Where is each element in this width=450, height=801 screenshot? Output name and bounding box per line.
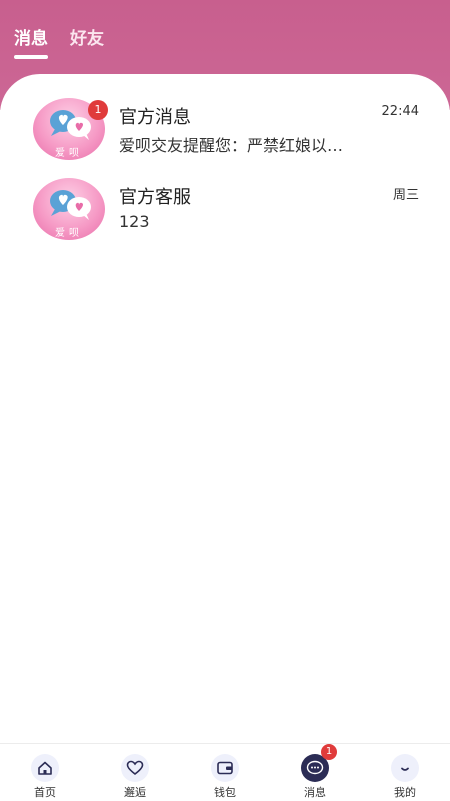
profile-icon	[391, 754, 419, 782]
tab-friends[interactable]: 好友	[70, 24, 104, 52]
nav-unread-badge: 1	[321, 744, 337, 760]
wallet-icon	[211, 754, 239, 782]
conversation-time: 22:44	[381, 104, 419, 119]
avatar: 爱呗	[33, 178, 105, 240]
conversation-official-message[interactable]: 爱呗 1 官方消息 爱呗交友提醒您：严禁红娘以… 22:44	[0, 98, 450, 174]
nav-home-label: 首页	[34, 786, 56, 799]
nav-wallet[interactable]: 钱包	[185, 750, 265, 800]
tab-messages-label: 消息	[14, 29, 48, 49]
conversation-preview: 爱呗交友提醒您：严禁红娘以…	[119, 136, 344, 155]
conversation-customer-service[interactable]: 爱呗 官方客服 123 周三	[0, 178, 450, 254]
nav-profile[interactable]: 我的	[365, 750, 445, 800]
active-tab-indicator	[14, 55, 48, 59]
conversation-preview: 123	[119, 212, 150, 231]
avatar-logo-text: 爱呗	[55, 228, 83, 239]
heart-icon	[121, 754, 149, 782]
home-icon	[31, 754, 59, 782]
avatar-logo-text: 爱呗	[55, 148, 83, 159]
tab-messages[interactable]: 消息	[14, 24, 48, 59]
conversation-title: 官方消息	[119, 107, 191, 128]
nav-home[interactable]: 首页	[5, 750, 85, 800]
tab-bar: 消息 好友	[14, 24, 104, 59]
nav-encounter[interactable]: 邂逅	[95, 750, 175, 800]
tab-friends-label: 好友	[70, 29, 104, 49]
conversation-title: 官方客服	[119, 187, 191, 208]
nav-messages[interactable]: 1 消息	[275, 744, 355, 800]
nav-wallet-label: 钱包	[214, 786, 236, 799]
unread-badge: 1	[88, 100, 108, 120]
conversation-list: 爱呗 1 官方消息 爱呗交友提醒您：严禁红娘以… 22:44 爱呗 官方客服 1…	[0, 74, 450, 744]
nav-profile-label: 我的	[394, 786, 416, 799]
bottom-navigation: 首页 邂逅 钱包 1 消息 我的	[0, 743, 450, 801]
nav-encounter-label: 邂逅	[124, 786, 146, 799]
conversation-time: 周三	[392, 188, 419, 203]
nav-messages-label: 消息	[304, 786, 326, 799]
